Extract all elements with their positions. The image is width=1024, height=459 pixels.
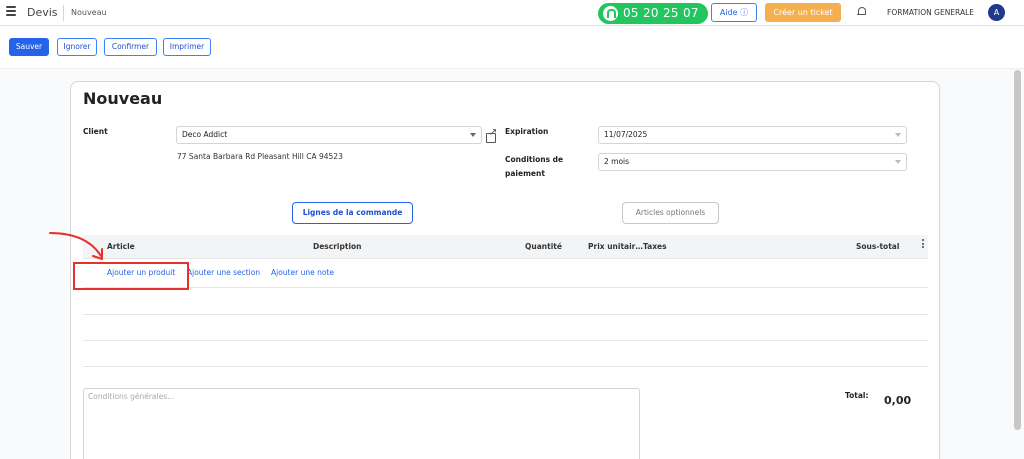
company-name[interactable]: FORMATION GENERALE	[887, 8, 974, 17]
client-address: 77 Santa Barbara Rd Pleasant Hill CA 945…	[177, 152, 343, 161]
payment-terms-value: 2 mois	[604, 157, 630, 166]
phone-support-button[interactable]: 05 20 25 07 07	[598, 3, 708, 41]
total-label: Total:	[845, 391, 869, 400]
chevron-down-icon	[895, 133, 901, 137]
table-row	[83, 340, 928, 341]
confirm-button[interactable]: Confirmer	[104, 38, 157, 56]
expiration-value: 11/07/2025	[604, 130, 648, 139]
client-label: Client	[83, 127, 108, 136]
table-row	[83, 287, 928, 288]
top-navbar	[0, 0, 1024, 26]
highlight-box	[73, 262, 189, 290]
annotation-arrow-icon	[49, 232, 103, 260]
table-header	[83, 235, 928, 259]
menu-icon[interactable]	[6, 6, 16, 16]
payment-terms-field[interactable]: 2 mois	[598, 153, 907, 171]
bell-icon[interactable]	[857, 7, 867, 18]
column-taxes[interactable]: Taxes	[643, 242, 667, 251]
client-field[interactable]: Deco Addict	[176, 126, 482, 144]
external-link-icon[interactable]	[486, 127, 498, 143]
payment-terms-label: Conditions de paiement	[505, 155, 564, 178]
column-options-icon[interactable]	[922, 239, 925, 250]
chevron-down-icon	[895, 160, 901, 164]
add-note-link[interactable]: Ajouter une note	[271, 268, 334, 277]
total-value: 0,00	[884, 394, 912, 407]
expiration-label: Expiration	[505, 127, 549, 136]
column-quantity[interactable]: Quantité	[525, 242, 562, 251]
client-value: Deco Addict	[182, 130, 228, 139]
print-button[interactable]: Imprimer	[163, 38, 211, 56]
terms-textarea[interactable]: Conditions générales...	[83, 388, 640, 459]
avatar[interactable]: A	[988, 4, 1005, 21]
column-article[interactable]: Article	[107, 242, 135, 251]
tab-order-lines[interactable]: Lignes de la commande	[292, 202, 413, 224]
save-button[interactable]: Sauver	[9, 38, 49, 56]
page-title: Nouveau	[83, 89, 163, 108]
expiration-field[interactable]: 11/07/2025	[598, 126, 907, 144]
divider	[63, 5, 64, 21]
add-section-link[interactable]: Ajouter une section	[187, 268, 260, 277]
create-ticket-button[interactable]: Créer un ticket	[765, 3, 841, 22]
breadcrumb: Nouveau	[71, 8, 107, 17]
column-description[interactable]: Description	[313, 242, 362, 251]
table-row	[83, 314, 928, 315]
app-title[interactable]: Devis	[27, 6, 58, 19]
chevron-down-icon	[470, 133, 476, 137]
tab-optional-items[interactable]: Articles optionnels	[622, 202, 719, 224]
column-unit-price[interactable]: Prix unitair…	[588, 242, 643, 251]
column-subtotal[interactable]: Sous-total	[856, 242, 899, 251]
table-row	[83, 366, 928, 367]
scrollbar[interactable]	[1014, 70, 1021, 430]
ignore-button[interactable]: Ignorer	[57, 38, 97, 56]
headset-icon	[603, 6, 618, 21]
help-button[interactable]: Aide ⓘ	[711, 3, 757, 22]
